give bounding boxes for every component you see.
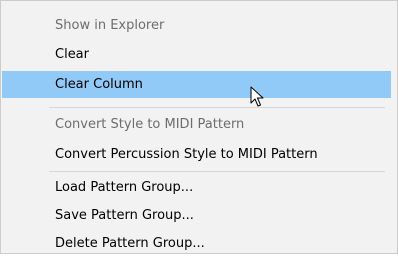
menu-item-delete-pattern-group[interactable]: Delete Pattern Group...	[2, 230, 391, 257]
context-menu: Show in Explorer Clear Clear Column Conv…	[0, 0, 398, 254]
menu-separator	[49, 171, 385, 172]
menu-item-convert-percussion-style-to-midi-pattern[interactable]: Convert Percussion Style to MIDI Pattern	[2, 141, 391, 168]
menu-item-load-pattern-group[interactable]: Load Pattern Group...	[2, 174, 391, 201]
arrow-pointer-icon	[250, 86, 264, 107]
menu-item-clear-column[interactable]: Clear Column	[2, 71, 391, 98]
menu-item-save-pattern-group[interactable]: Save Pattern Group...	[2, 202, 391, 229]
menu-item-convert-style-to-midi-pattern: Convert Style to MIDI Pattern	[55, 117, 245, 132]
menu-separator	[49, 107, 385, 108]
menu-item-clear[interactable]: Clear	[2, 41, 391, 68]
menu-item-show-in-explorer: Show in Explorer	[55, 18, 165, 33]
